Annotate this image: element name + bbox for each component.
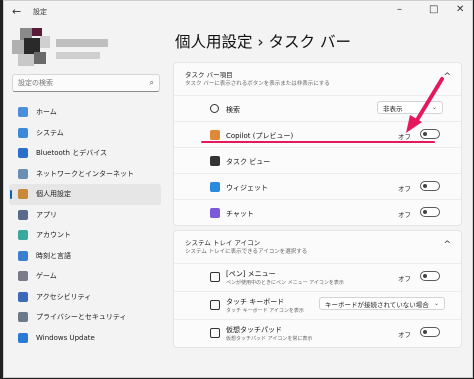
nav-icon bbox=[18, 127, 28, 138]
sidebar-item-9[interactable]: アクセシビリティ bbox=[9, 287, 161, 308]
sidebar-item-6[interactable]: アカウント bbox=[9, 225, 161, 246]
touch-keyboard-dropdown[interactable]: キーボードが接続されていない場合 ⌄ bbox=[319, 297, 445, 310]
section-title: タスク バー項目 bbox=[185, 71, 233, 79]
sidebar-item-7[interactable]: 時刻と言語 bbox=[9, 246, 161, 267]
taskbar-app-icon bbox=[210, 208, 220, 218]
sidebar-item-2[interactable]: Bluetooth とデバイス bbox=[9, 143, 161, 164]
nav-icon bbox=[18, 312, 28, 323]
taskbar-item-row: タスク ビュー bbox=[174, 147, 461, 173]
nav-icon bbox=[18, 209, 28, 220]
title-bar: ← 設定 – □ ✕ bbox=[4, 1, 472, 23]
system-tray-header[interactable]: システム トレイ アイコン システム トレイに表示できるアイコンを選択する ^ bbox=[174, 231, 461, 263]
nav-icon bbox=[18, 332, 28, 343]
taskbar-app-icon bbox=[210, 156, 220, 166]
user-name-redacted bbox=[56, 39, 108, 47]
sidebar-item-11[interactable]: Windows Update bbox=[9, 328, 161, 349]
nav-icon bbox=[18, 271, 28, 282]
toggle-state-text: オフ bbox=[398, 211, 411, 219]
sidebar-item-1[interactable]: システム bbox=[9, 123, 161, 144]
sidebar-item-label: ネットワークとインターネット bbox=[36, 169, 134, 178]
section-description: タスク バーに表示されるボタンを表示または非表示にする bbox=[185, 81, 330, 87]
taskbar-item-label: 検索 bbox=[226, 106, 240, 114]
tray-item-description: タッチ キーボード アイコンを表示 bbox=[226, 308, 304, 314]
toggle-state-text: オフ bbox=[398, 275, 411, 283]
minimize-icon[interactable]: – bbox=[397, 4, 402, 15]
highlight-underline bbox=[201, 141, 435, 143]
nav-icon bbox=[18, 291, 28, 302]
sidebar-nav: ホームシステム Bluetooth とデバイスネットワークとインターネット 個人用設… bbox=[9, 102, 161, 348]
taskbar-app-icon bbox=[210, 130, 220, 140]
sidebar-item-label: アプリ bbox=[36, 210, 57, 219]
taskbar-item-label: Copilot (プレビュー) bbox=[226, 132, 294, 140]
taskbar-item-row: チャット オフ bbox=[174, 199, 461, 225]
sidebar-item-label: Windows Update bbox=[36, 333, 95, 342]
back-arrow-icon[interactable]: ← bbox=[12, 5, 21, 18]
tray-item-row: タッチ キーボードタッチ キーボード アイコンを表示 キーボードが接続されていない… bbox=[174, 291, 461, 319]
sidebar-item-0[interactable]: ホーム bbox=[9, 102, 161, 123]
nav-icon bbox=[18, 107, 28, 118]
taskbar-app-icon bbox=[210, 104, 219, 113]
taskbar-item-row: ウィジェット オフ bbox=[174, 173, 461, 199]
toggle-switch[interactable] bbox=[420, 271, 440, 281]
nav-icon bbox=[18, 148, 28, 159]
maximize-icon[interactable]: □ bbox=[429, 4, 438, 15]
tray-item-label: タッチ キーボード bbox=[226, 298, 285, 306]
search-input[interactable] bbox=[18, 75, 136, 91]
nav-icon bbox=[18, 168, 28, 179]
taskbar-app-icon bbox=[210, 182, 220, 192]
nav-icon bbox=[18, 189, 28, 200]
sidebar-item-label: ゲーム bbox=[36, 272, 57, 281]
search-icon[interactable]: ⌕ bbox=[150, 78, 154, 88]
close-icon[interactable]: ✕ bbox=[456, 4, 464, 15]
sidebar-item-5[interactable]: アプリ bbox=[9, 205, 161, 226]
tray-item-description: ペンが使用中のときにペン メニュー アイコンを表示 bbox=[226, 280, 344, 286]
sidebar-item-label: ホーム bbox=[36, 108, 57, 117]
avatar bbox=[12, 28, 52, 68]
sidebar-item-3[interactable]: ネットワークとインターネット bbox=[9, 164, 161, 185]
annotation-arrow-icon bbox=[406, 77, 444, 133]
tray-item-description: 仮想タッチパッド アイコンを常に表示 bbox=[226, 336, 313, 342]
taskbar-item-label: タスク ビュー bbox=[226, 158, 271, 166]
sidebar-item-10[interactable]: プライバシーとセキュリティ bbox=[9, 307, 161, 328]
tray-item-label: [ペン] メニュー bbox=[226, 270, 276, 278]
app-title: 設定 bbox=[33, 8, 47, 16]
toggle-switch[interactable] bbox=[420, 327, 440, 337]
toggle-state-text: オフ bbox=[398, 185, 411, 193]
sidebar-item-label: Bluetooth とデバイス bbox=[36, 149, 107, 158]
sidebar-item-4[interactable]: 個人用設定 bbox=[9, 184, 161, 205]
tray-icon bbox=[210, 300, 220, 310]
tray-item-row: [ペン] メニューペンが使用中のときにペン メニュー アイコンを表示 オフ bbox=[174, 263, 461, 291]
nav-icon bbox=[18, 230, 28, 241]
sidebar-item-label: システム bbox=[36, 128, 64, 137]
sidebar-item-label: アカウント bbox=[36, 231, 71, 240]
nav-icon bbox=[18, 250, 28, 261]
toggle-switch[interactable] bbox=[420, 207, 440, 217]
sidebar-item-8[interactable]: ゲーム bbox=[9, 266, 161, 287]
chevron-down-icon: ⌄ bbox=[433, 300, 439, 307]
sidebar-item-label: 個人用設定 bbox=[36, 190, 71, 199]
user-email-redacted bbox=[56, 52, 100, 59]
sidebar-item-label: アクセシビリティ bbox=[36, 292, 92, 301]
section-description: システム トレイに表示できるアイコンを選択する bbox=[185, 249, 308, 255]
taskbar-item-label: ウィジェット bbox=[226, 184, 268, 192]
toggle-state-text: オフ bbox=[398, 331, 411, 339]
tray-icon bbox=[210, 272, 220, 282]
tray-item-label: 仮想タッチパッド bbox=[226, 326, 282, 334]
taskbar-item-label: チャット bbox=[226, 210, 254, 218]
settings-window: ← 設定 – □ ✕ ⌕ ホームシステム Bluetooth とデバイスネットワー… bbox=[3, 0, 473, 378]
tray-item-row: 仮想タッチパッド仮想タッチパッド アイコンを常に表示 オフ bbox=[174, 319, 461, 347]
system-tray-card: システム トレイ アイコン システム トレイに表示できるアイコンを選択する ^ … bbox=[173, 230, 462, 348]
page-title: 個人用設定 › タスク バー bbox=[175, 33, 351, 51]
tray-icon bbox=[210, 328, 220, 338]
sidebar-item-label: 時刻と言語 bbox=[36, 251, 71, 260]
toggle-switch[interactable] bbox=[420, 181, 440, 191]
settings-search-box[interactable]: ⌕ bbox=[12, 74, 160, 92]
sidebar-item-label: プライバシーとセキュリティ bbox=[36, 313, 127, 322]
chevron-up-icon[interactable]: ^ bbox=[443, 240, 451, 250]
dropdown-value: キーボードが接続されていない場合 bbox=[325, 300, 429, 309]
section-title: システム トレイ アイコン bbox=[185, 239, 261, 247]
